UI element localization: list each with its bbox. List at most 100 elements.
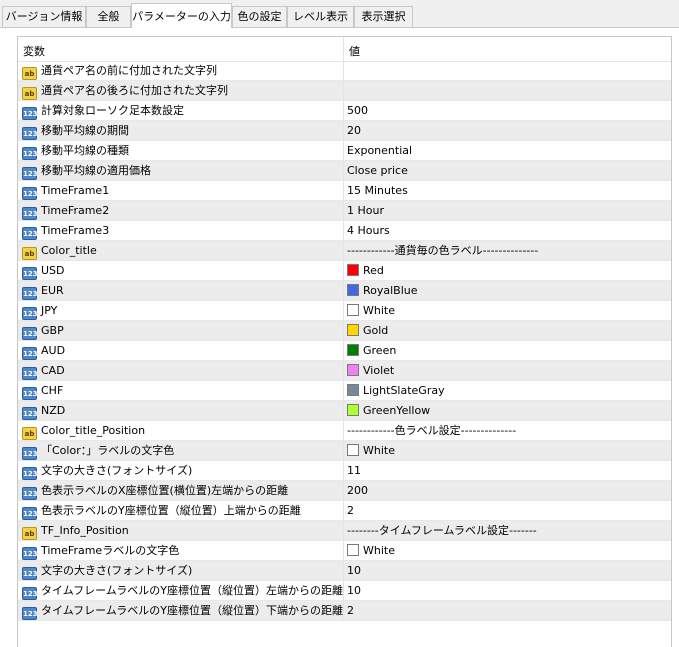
table-row[interactable]: 123 移動平均線の種類 Exponential: [18, 141, 671, 161]
parameter-value-cell[interactable]: 1 Hour: [347, 201, 384, 221]
parameter-value: 2: [347, 604, 354, 617]
parameter-name: 通貨ペア名の後ろに付加された文字列: [41, 84, 228, 97]
table-row[interactable]: 123 TimeFrameラベルの文字色 White: [18, 541, 671, 561]
parameter-value-cell[interactable]: Close price: [347, 161, 408, 181]
parameter-value-cell[interactable]: 2: [347, 601, 354, 621]
table-row[interactable]: 123 USD Red: [18, 261, 671, 281]
table-row[interactable]: 123 文字の大きさ(フォントサイズ) 10: [18, 561, 671, 581]
parameter-name: TF_Info_Position: [41, 524, 129, 537]
parameter-name-cell: 123 移動平均線の期間: [22, 121, 129, 141]
number-type-icon: 123: [22, 387, 38, 400]
parameter-name-cell: 123 タイムフレームラベルのY座標位置（縦位置）下端からの距離: [22, 601, 343, 621]
parameter-value-cell[interactable]: 4 Hours: [347, 221, 390, 241]
parameter-name-cell: 123 CAD: [22, 361, 65, 381]
table-row[interactable]: 123 AUD Green: [18, 341, 671, 361]
cell-separator: [343, 541, 344, 561]
parameter-name: TimeFrame1: [41, 184, 110, 197]
tab-color-settings[interactable]: 色の設定: [232, 6, 287, 27]
cell-separator: [343, 441, 344, 461]
table-row[interactable]: 123 TimeFrame1 15 Minutes: [18, 181, 671, 201]
table-row[interactable]: 123 移動平均線の適用価格 Close price: [18, 161, 671, 181]
table-row[interactable]: 123 「Color：」ラベルの文字色 White: [18, 441, 671, 461]
tab-general[interactable]: 全般: [86, 6, 131, 27]
parameter-value-cell[interactable]: 15 Minutes: [347, 181, 408, 201]
parameter-name: Color_title: [41, 244, 97, 257]
parameter-name-cell: ab Color_title: [22, 241, 97, 261]
parameter-value: White: [363, 544, 395, 557]
parameter-name-cell: 123 移動平均線の適用価格: [22, 161, 151, 181]
table-row[interactable]: 123 移動平均線の期間 20: [18, 121, 671, 141]
table-row[interactable]: 123 TimeFrame3 4 Hours: [18, 221, 671, 241]
table-row[interactable]: ab Color_title_Position ------------色ラベル設定…: [18, 421, 671, 441]
table-row[interactable]: 123 色表示ラベルのY座標位置（縦位置）上端からの距離 2: [18, 501, 671, 521]
parameter-value: 15 Minutes: [347, 184, 408, 197]
parameter-value-cell[interactable]: 200: [347, 481, 368, 501]
table-row[interactable]: 123 文字の大きさ(フォントサイズ) 11: [18, 461, 671, 481]
parameter-value-cell[interactable]: 2: [347, 501, 354, 521]
number-type-icon: 123: [22, 287, 38, 300]
table-row[interactable]: 123 色表示ラベルのX座標位置(横位置)左端からの距離 200: [18, 481, 671, 501]
parameter-value: 4 Hours: [347, 224, 390, 237]
table-row[interactable]: 123 TimeFrame2 1 Hour: [18, 201, 671, 221]
parameter-value-cell[interactable]: Red: [347, 261, 384, 281]
parameter-name: EUR: [41, 284, 64, 297]
number-type-icon: 123: [22, 347, 38, 360]
cell-separator: [343, 221, 344, 241]
parameter-value-cell[interactable]: Exponential: [347, 141, 412, 161]
parameter-value-cell[interactable]: 11: [347, 461, 361, 481]
table-row[interactable]: 123 GBP Gold: [18, 321, 671, 341]
parameter-value-cell[interactable]: White: [347, 441, 395, 461]
cell-separator: [343, 481, 344, 501]
table-row[interactable]: 123 EUR RoyalBlue: [18, 281, 671, 301]
parameter-value-cell[interactable]: LightSlateGray: [347, 381, 445, 401]
table-row[interactable]: 123 タイムフレームラベルのY座標位置（縦位置）下端からの距離 2: [18, 601, 671, 621]
table-row[interactable]: 123 NZD GreenYellow: [18, 401, 671, 421]
parameter-value-cell[interactable]: ------------通貨毎の色ラベル--------------: [347, 241, 538, 261]
number-type-icon: 123: [22, 307, 38, 320]
cell-separator: [343, 181, 344, 201]
column-header-variable[interactable]: 変数: [23, 43, 45, 59]
parameter-value: Green: [363, 344, 397, 357]
parameter-value-cell[interactable]: 10: [347, 561, 361, 581]
parameter-value: 10: [347, 564, 361, 577]
parameter-value-cell[interactable]: Violet: [347, 361, 394, 381]
parameter-value-cell[interactable]: ------------色ラベル設定--------------: [347, 421, 516, 441]
cell-separator: [343, 141, 344, 161]
table-row[interactable]: 123 計算対象ローソク足本数設定 500: [18, 101, 671, 121]
table-row[interactable]: ab TF_Info_Position --------タイムフレームラベル設定--…: [18, 521, 671, 541]
table-row[interactable]: 123 CAD Violet: [18, 361, 671, 381]
string-type-icon: ab: [22, 527, 37, 540]
parameter-name: AUD: [41, 344, 66, 357]
parameter-value-cell[interactable]: RoyalBlue: [347, 281, 418, 301]
table-row[interactable]: ab 通貨ペア名の前に付加された文字列: [18, 61, 671, 81]
tab-display-select[interactable]: 表示選択: [354, 6, 413, 27]
tab-input-parameters[interactable]: パラメーターの入力: [131, 3, 232, 28]
parameter-name: CAD: [41, 364, 65, 377]
tab-level-display[interactable]: レベル表示: [287, 6, 354, 27]
table-row[interactable]: 123 JPY White: [18, 301, 671, 321]
parameter-value-cell[interactable]: Gold: [347, 321, 388, 341]
parameter-name: GBP: [41, 324, 64, 337]
parameter-value-cell[interactable]: White: [347, 541, 395, 561]
parameter-value-cell[interactable]: White: [347, 301, 395, 321]
parameter-value-cell[interactable]: --------タイムフレームラベル設定-------: [347, 521, 537, 541]
column-separator[interactable]: [343, 37, 344, 61]
column-header-value[interactable]: 値: [349, 43, 360, 59]
parameter-value-cell[interactable]: GreenYellow: [347, 401, 430, 421]
cell-separator: [343, 281, 344, 301]
parameter-value-cell[interactable]: 500: [347, 101, 368, 121]
parameter-value-cell[interactable]: Green: [347, 341, 396, 361]
parameter-value-cell[interactable]: 20: [347, 121, 361, 141]
parameter-name-cell: ab 通貨ペア名の後ろに付加された文字列: [22, 81, 228, 101]
parameter-name: 文字の大きさ(フォントサイズ): [41, 564, 193, 577]
parameter-name: NZD: [41, 404, 66, 417]
number-type-icon: 123: [22, 447, 38, 460]
table-row[interactable]: 123 CHF LightSlateGray: [18, 381, 671, 401]
table-row[interactable]: ab 通貨ペア名の後ろに付加された文字列: [18, 81, 671, 101]
table-row[interactable]: ab Color_title ------------通貨毎の色ラベル-------…: [18, 241, 671, 261]
parameter-name: TimeFrame3: [41, 224, 110, 237]
table-row[interactable]: 123 タイムフレームラベルのY座標位置（縦位置）左端からの距離 10: [18, 581, 671, 601]
tab-version-info[interactable]: バージョン情報: [2, 6, 86, 27]
parameter-name: 移動平均線の適用価格: [41, 164, 151, 177]
parameter-value-cell[interactable]: 10: [347, 581, 361, 601]
